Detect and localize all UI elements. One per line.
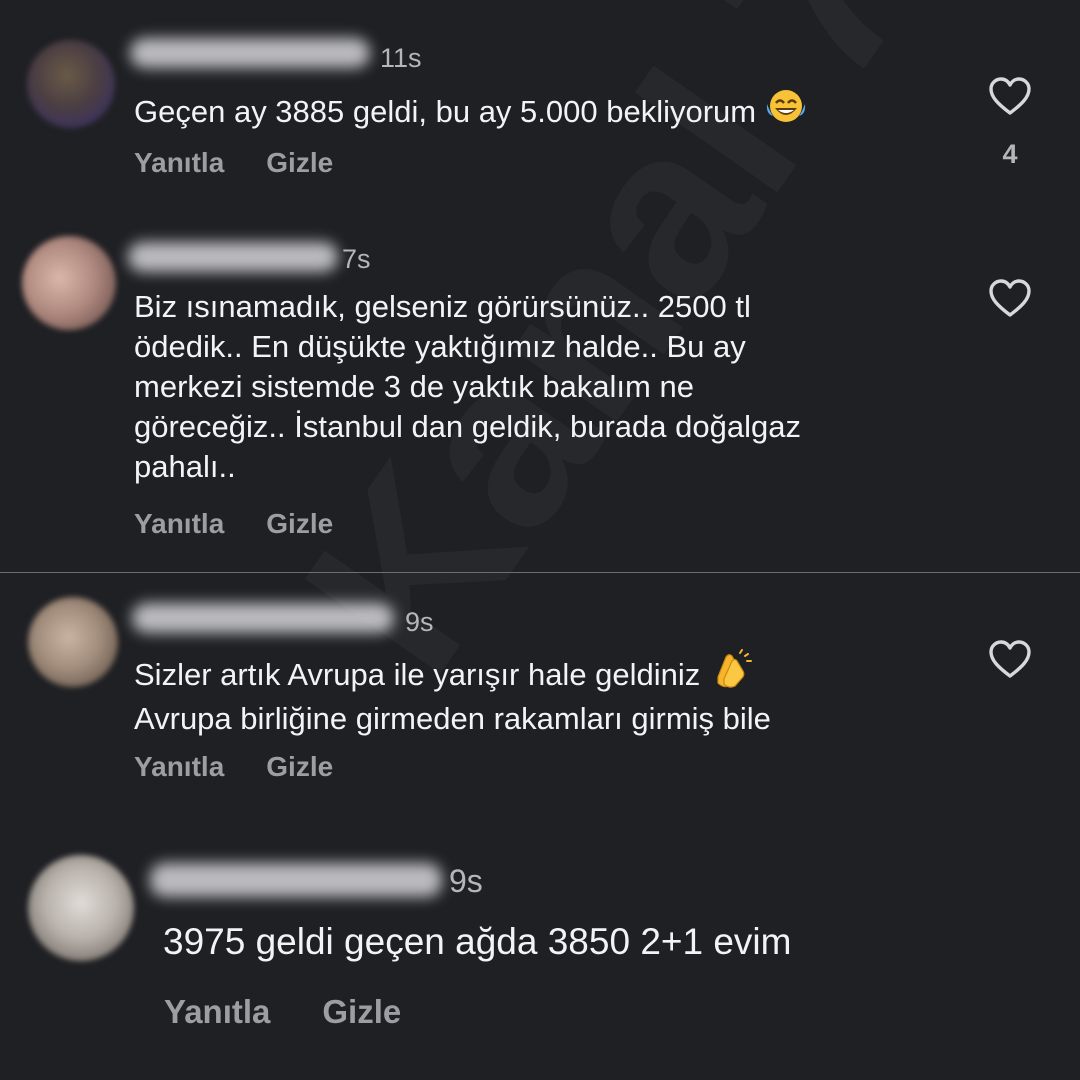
heart-outline-icon[interactable]: [988, 278, 1032, 318]
comment-text-line: Geçen ay 3885 geldi, bu ay 5.000 bekliyo…: [134, 94, 757, 129]
reply-button[interactable]: Yanıtla: [134, 147, 224, 179]
username[interactable]: [128, 242, 338, 272]
avatar[interactable]: [22, 236, 116, 330]
reply-button[interactable]: Yanıtla: [134, 751, 224, 783]
clapping-hands-icon: [708, 649, 753, 699]
like-count: 4: [1002, 139, 1018, 169]
comment-text: Sizler artık Avrupa ile yarışır hale gel…: [134, 649, 771, 739]
comment-text-line: ödedik.. En düşükte yaktığımız halde.. B…: [134, 329, 746, 364]
reply-button[interactable]: Yanıtla: [134, 508, 224, 540]
comment-time: 9s: [405, 607, 434, 637]
comment-text-line: 3975 geldi geçen ağda 3850 2+1 evim: [163, 921, 792, 962]
comment-actions: Yanıtla Gizle: [134, 751, 333, 783]
comment-text-line: Biz ısınamadık, gelseniz görürsünüz.. 25…: [134, 289, 751, 324]
avatar[interactable]: [27, 40, 115, 128]
avatar[interactable]: [28, 855, 134, 961]
comment-text-line: göreceğiz.. İstanbul dan geldik, burada …: [134, 409, 801, 444]
username[interactable]: [132, 603, 394, 633]
comment-text-line: Sizler artık Avrupa ile yarışır hale gel…: [134, 657, 701, 692]
hide-button[interactable]: Gizle: [266, 147, 333, 179]
hide-button[interactable]: Gizle: [322, 993, 401, 1031]
comment-time: 7s: [342, 244, 371, 274]
comment-actions: Yanıtla Gizle: [164, 993, 401, 1031]
comments-panel-top: 11s Geçen ay 3885 geldi, bu ay 5.000 bek…: [0, 0, 1080, 572]
comment-actions: Yanıtla Gizle: [134, 508, 333, 540]
comment-time: 11s: [380, 43, 422, 73]
comment-text: 3975 geldi geçen ağda 3850 2+1 evim: [163, 920, 791, 964]
comments-panel-bottom: 9s Sizler artık Avrupa ile yarışır hale …: [0, 573, 1080, 1080]
comment-text: Geçen ay 3885 geldi, bu ay 5.000 bekliyo…: [134, 86, 808, 136]
avatar[interactable]: [28, 597, 118, 687]
face-with-tears-of-joy-icon: [764, 86, 808, 136]
heart-outline-icon[interactable]: [988, 76, 1032, 116]
heart-outline-icon[interactable]: [988, 639, 1032, 679]
hide-button[interactable]: Gizle: [266, 508, 333, 540]
comment-text-line: merkezi sistemde 3 de yaktık bakalım ne: [134, 369, 694, 404]
comment-text-line: pahalı..: [134, 449, 236, 484]
reply-button[interactable]: Yanıtla: [164, 993, 270, 1031]
username[interactable]: [150, 863, 442, 897]
comment-time: 9s: [449, 863, 483, 899]
comment-text: Biz ısınamadık, gelseniz görürsünüz.. 25…: [134, 287, 801, 487]
comment-actions: Yanıtla Gizle: [134, 147, 333, 179]
hide-button[interactable]: Gizle: [266, 751, 333, 783]
username[interactable]: [130, 38, 370, 68]
comment-text-line: Avrupa birliğine girmeden rakamları girm…: [134, 701, 771, 736]
